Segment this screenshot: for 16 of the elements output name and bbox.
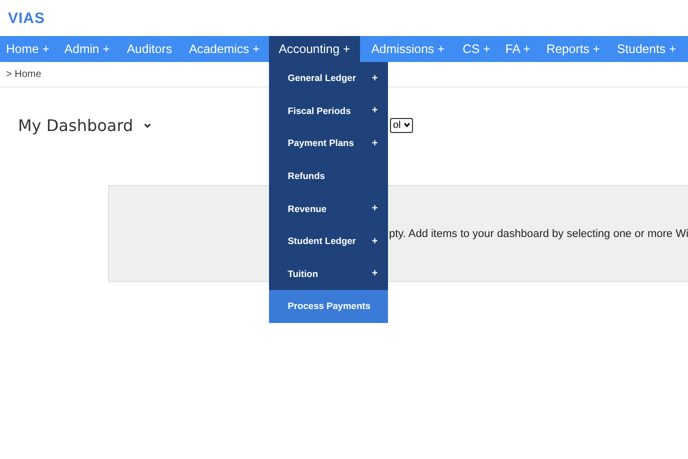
menu-item[interactable]: Revenue + bbox=[268, 192, 388, 225]
logo: VIAS bbox=[8, 10, 46, 26]
menu-item[interactable]: Process Payments bbox=[268, 290, 388, 323]
menu-item[interactable]: Payment Plans + bbox=[268, 127, 388, 160]
nav-item[interactable]: Accounting + bbox=[268, 36, 360, 62]
dropdown-select[interactable]: ol bbox=[390, 118, 413, 132]
menu-item[interactable]: General Ledger + bbox=[268, 62, 388, 95]
menu-item[interactable]: Tuition + bbox=[268, 258, 388, 290]
caret-icon bbox=[402, 121, 411, 129]
empty-message: pty. Add items to your dashboard by selecting one or more Wi bbox=[389, 228, 688, 240]
menu-item[interactable]: Refunds bbox=[268, 160, 388, 192]
chevron-down-icon[interactable] bbox=[143, 120, 152, 130]
breadcrumb[interactable]: > Home bbox=[6, 68, 42, 80]
menu-item[interactable]: Fiscal Periods + bbox=[268, 94, 388, 128]
dashboard-title: My Dashboard bbox=[18, 116, 134, 134]
menu-item[interactable]: Student Ledger + bbox=[268, 224, 388, 258]
